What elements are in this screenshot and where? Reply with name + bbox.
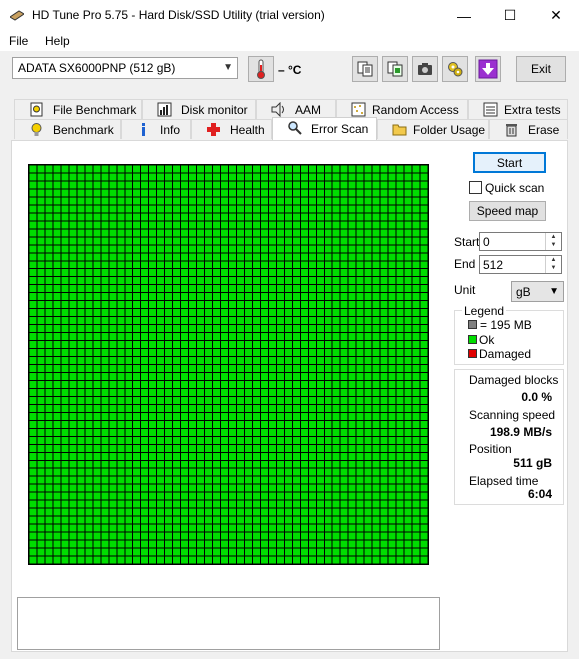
window-title: HD Tune Pro 5.75 - Hard Disk/SSD Utility… [32,8,325,22]
damaged-swatch [468,349,477,358]
spin-up-icon[interactable]: ▲ [546,233,561,241]
exit-button[interactable]: Exit [516,56,566,82]
quick-scan-label[interactable]: Quick scan [485,181,544,195]
menu-file[interactable]: File [9,34,28,48]
tab-info[interactable]: Info [121,119,191,139]
end-spinner[interactable]: ▲ ▼ [545,256,561,273]
temperature-button[interactable] [248,56,274,82]
title-bar: HD Tune Pro 5.75 - Hard Disk/SSD Utility… [0,0,579,31]
random-access-icon [351,102,366,117]
options-button[interactable] [442,56,468,82]
tab-file-benchmark[interactable]: File Benchmark [14,99,142,119]
start-button[interactable]: Start [473,152,546,173]
start-input[interactable]: 0 ▲ ▼ [479,232,562,251]
thermometer-icon [257,59,265,79]
chevron-down-icon: ▼ [223,62,233,73]
tab-health[interactable]: Health [191,119,272,139]
tab-aam[interactable]: AAM [256,99,336,119]
info-icon [142,123,145,136]
tab-erase[interactable]: Erase [489,119,568,139]
tab-extra-tests[interactable]: Extra tests [468,99,568,119]
copy-all-button[interactable] [382,56,408,82]
block-map [28,164,429,565]
drive-select[interactable]: ADATA SX6000PNP (512 gB) ▼ [12,57,238,79]
download-arrow-icon [478,59,498,79]
unit-select-value: gB [516,285,531,299]
tab-benchmark[interactable]: Benchmark [14,119,121,139]
camera-icon [418,63,432,75]
temperature-value: – °C [278,63,302,77]
quick-scan-checkbox[interactable] [469,181,482,194]
menu-bar: File Help [0,31,579,51]
minimize-button[interactable]: — [441,0,487,31]
tab-error-scan[interactable]: Error Scan [272,117,377,140]
menu-help[interactable]: Help [45,34,70,48]
start-input-value: 0 [483,235,490,249]
toolbar: ADATA SX6000PNP (512 gB) ▼ – °C Exit [0,51,579,91]
drive-select-value: ADATA SX6000PNP (512 gB) [18,61,176,75]
ok-swatch [468,335,477,344]
disk-monitor-icon [157,102,172,117]
damaged-blocks-value: 0.0 % [521,390,552,404]
app-disk-icon [10,10,24,21]
extra-tests-icon [483,102,498,117]
start-spinner[interactable]: ▲ ▼ [545,233,561,250]
scanning-speed-value: 198.9 MB/s [489,425,552,439]
screenshot-button[interactable] [412,56,438,82]
magnifier-icon [288,121,302,135]
health-cross-icon [207,123,220,136]
unit-select[interactable]: gB ▼ [511,281,564,302]
maximize-button[interactable]: ☐ [487,0,533,31]
position-value: 511 gB [513,456,552,470]
speed-map-button[interactable]: Speed map [469,201,546,221]
close-button[interactable]: ✕ [533,0,579,31]
tab-random-access[interactable]: Random Access [336,99,468,119]
speaker-icon [271,102,284,117]
scanning-speed-label: Scanning speed [469,408,556,422]
options-cog-icon [448,62,463,77]
block-size-swatch [468,320,477,329]
spin-down-icon[interactable]: ▼ [546,264,561,272]
elapsed-time-label: Elapsed time [469,474,539,488]
copy-text-icon [357,61,373,77]
copy-all-icon [387,61,403,77]
spin-up-icon[interactable]: ▲ [546,256,561,264]
lightbulb-icon [31,123,42,136]
trash-icon [506,124,517,137]
start-label: Start [454,235,480,249]
save-button[interactable] [475,56,501,82]
legend-title: Legend [462,304,507,318]
elapsed-time-value: 6:04 [527,487,552,501]
position-label: Position [469,442,512,456]
tab-folder-usage[interactable]: Folder Usage [377,119,489,139]
block-map-grid [29,165,428,564]
end-input-value: 512 [483,258,504,272]
chevron-down-icon: ▼ [549,286,559,297]
unit-label: Unit [454,283,476,297]
folder-icon [392,124,407,136]
tab-disk-monitor[interactable]: Disk monitor [142,99,256,119]
log-output [17,597,440,650]
spin-down-icon[interactable]: ▼ [546,241,561,249]
legend-block-size: = 195 MB [480,318,532,332]
damaged-blocks-label: Damaged blocks [469,373,559,387]
end-label: End [454,257,476,271]
copy-info-button[interactable] [352,56,378,82]
legend-ok: Ok [479,333,495,347]
legend-damaged: Damaged [479,347,532,361]
file-benchmark-icon [30,102,43,117]
end-input[interactable]: 512 ▲ ▼ [479,255,562,274]
